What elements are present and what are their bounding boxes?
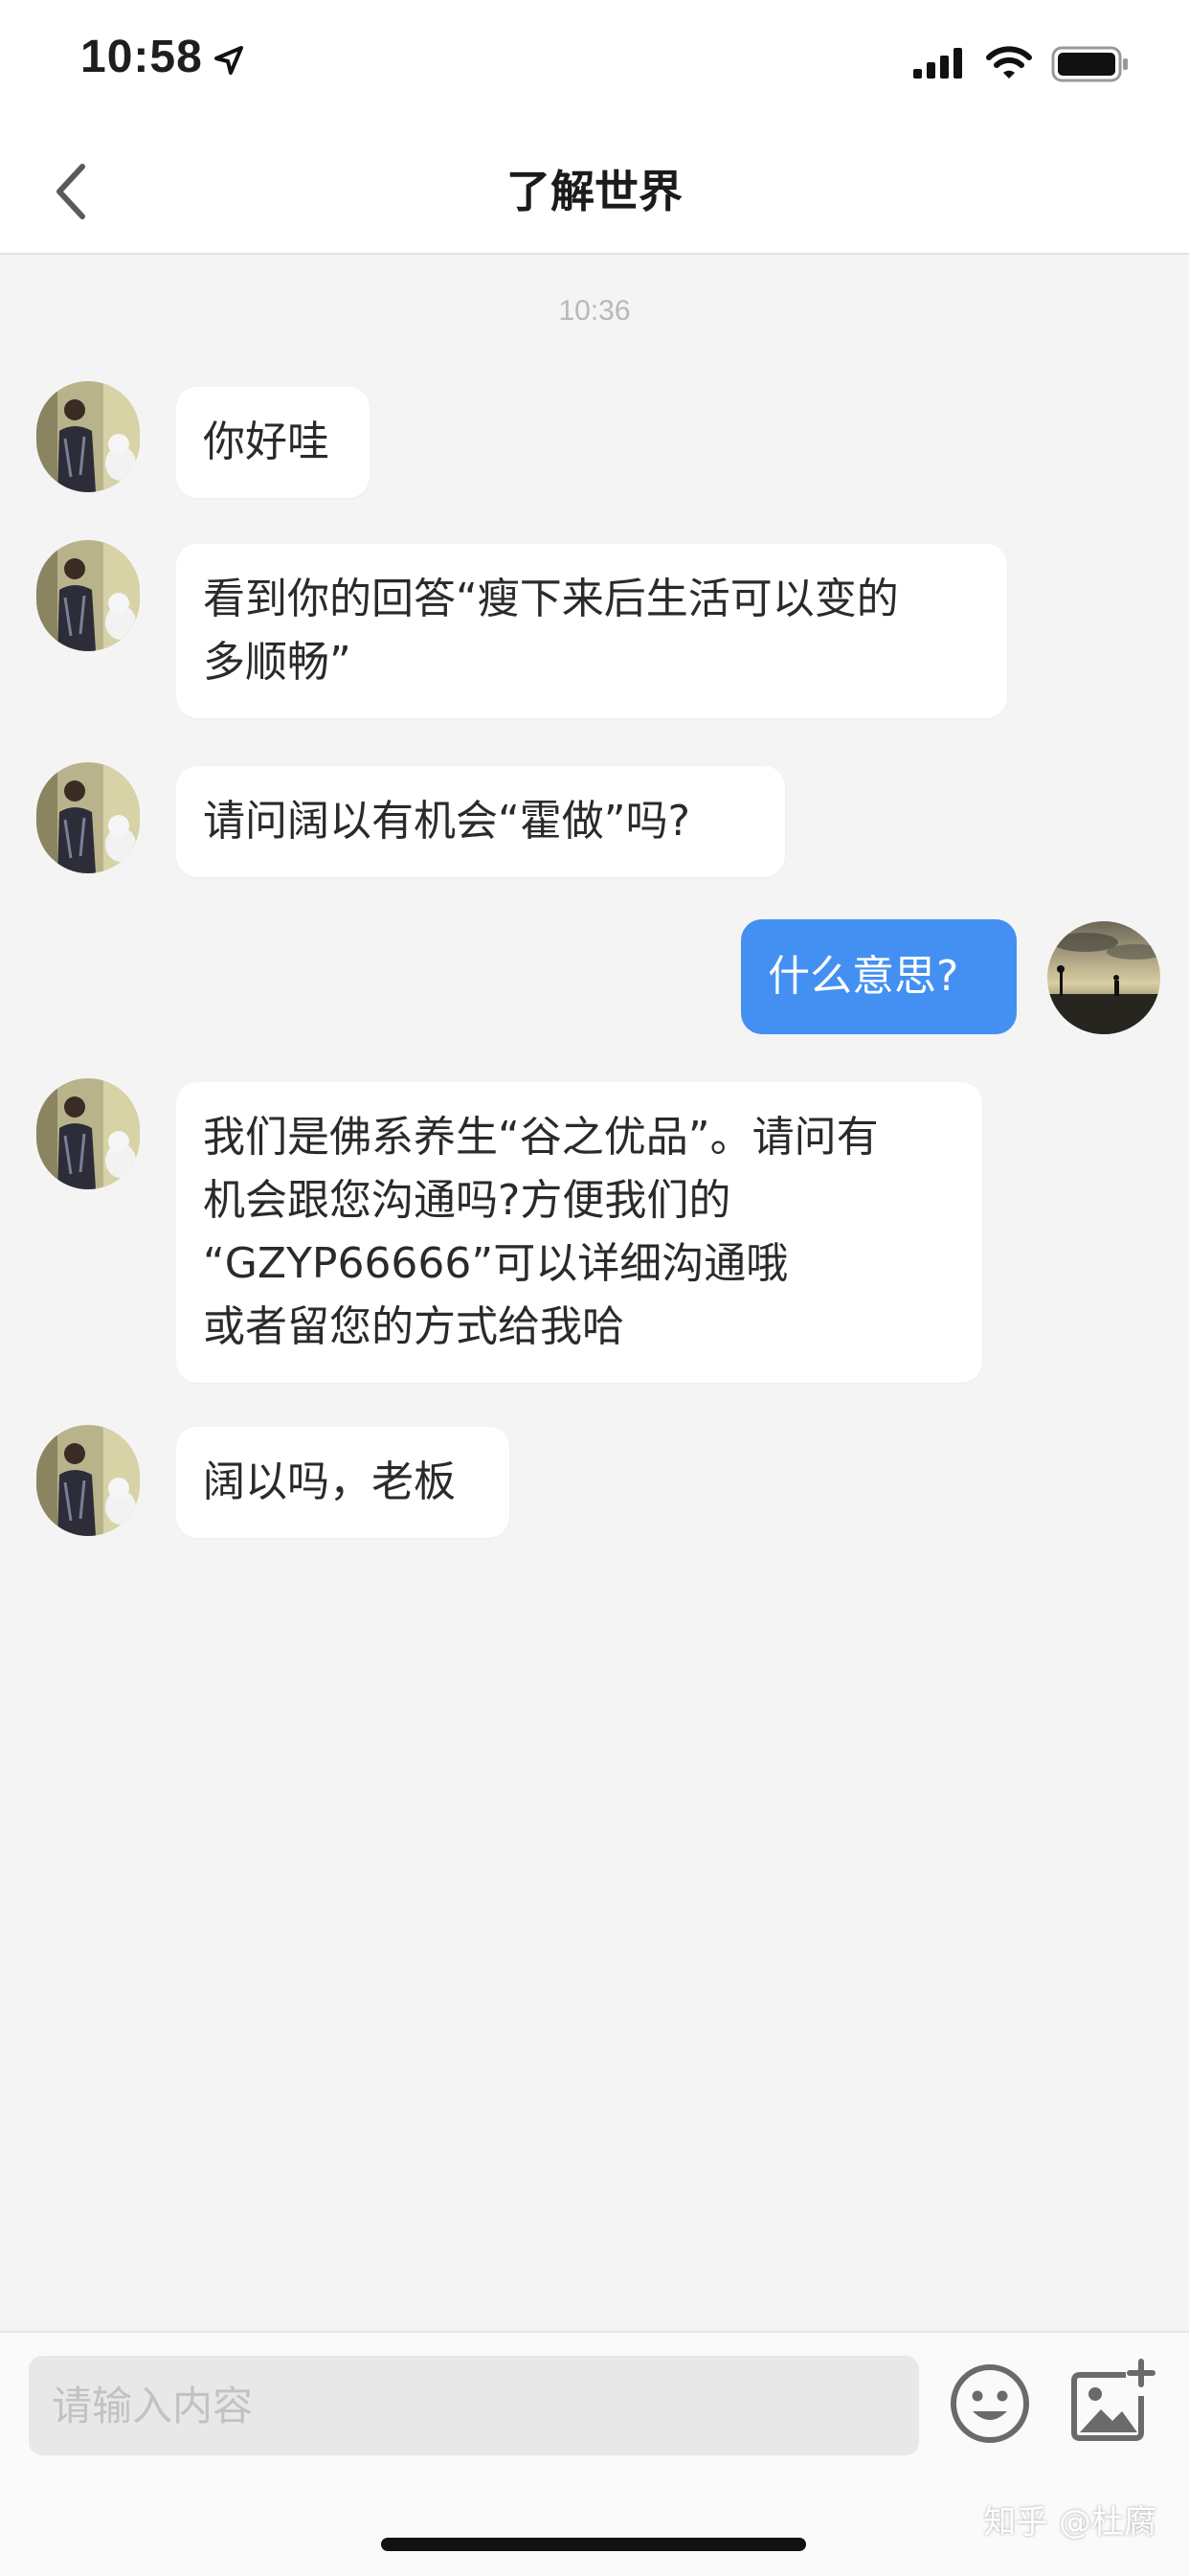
- contact-avatar[interactable]: [36, 1078, 140, 1189]
- message-bubble: 我们是佛系养生“谷之优品”。请问有 机会跟您沟通吗?方便我们的 “GZYP666…: [176, 1082, 982, 1383]
- own-message-bubble: 什么意思?: [741, 919, 1017, 1034]
- input-bar: 知乎 @杜腐: [0, 2331, 1189, 2576]
- emoji-button[interactable]: [948, 2361, 1032, 2446]
- message-input[interactable]: [29, 2356, 919, 2455]
- add-image-icon: [1071, 2359, 1155, 2441]
- message-bubble: 看到你的回答“瘦下来后生活可以变的 多顺畅”: [176, 544, 1007, 718]
- contact-avatar[interactable]: [36, 381, 140, 492]
- message-bubble: 你好哇: [176, 387, 370, 498]
- nav-bar: 了解世界: [0, 126, 1189, 255]
- chat-area[interactable]: 10:36 你好哇 看到你的回答“瘦下来后生活可以变的 多顺畅” 请问阔以有机会…: [0, 255, 1189, 2331]
- add-image-button[interactable]: [1068, 2358, 1156, 2446]
- page-title: 了解世界: [506, 166, 683, 217]
- contact-avatar[interactable]: [36, 762, 140, 873]
- status-bar: 10:58: [0, 0, 1189, 126]
- location-arrow-icon: [213, 44, 245, 80]
- user-avatar[interactable]: [1047, 921, 1160, 1034]
- watermark: 知乎 @杜腐: [983, 2503, 1156, 2542]
- cellular-signal-icon: [913, 48, 967, 82]
- battery-icon: [1051, 46, 1130, 86]
- contact-avatar[interactable]: [36, 540, 140, 651]
- message-bubble: 请问阔以有机会“霍做”吗?: [176, 766, 785, 877]
- smiley-face-icon: [951, 2364, 1029, 2443]
- message-bubble: 阔以吗，老板: [176, 1427, 509, 1538]
- status-time: 10:58: [80, 32, 203, 82]
- home-indicator: [381, 2538, 806, 2551]
- contact-avatar[interactable]: [36, 1425, 140, 1536]
- wifi-icon: [986, 46, 1032, 84]
- chat-timestamp: 10:36: [558, 295, 631, 327]
